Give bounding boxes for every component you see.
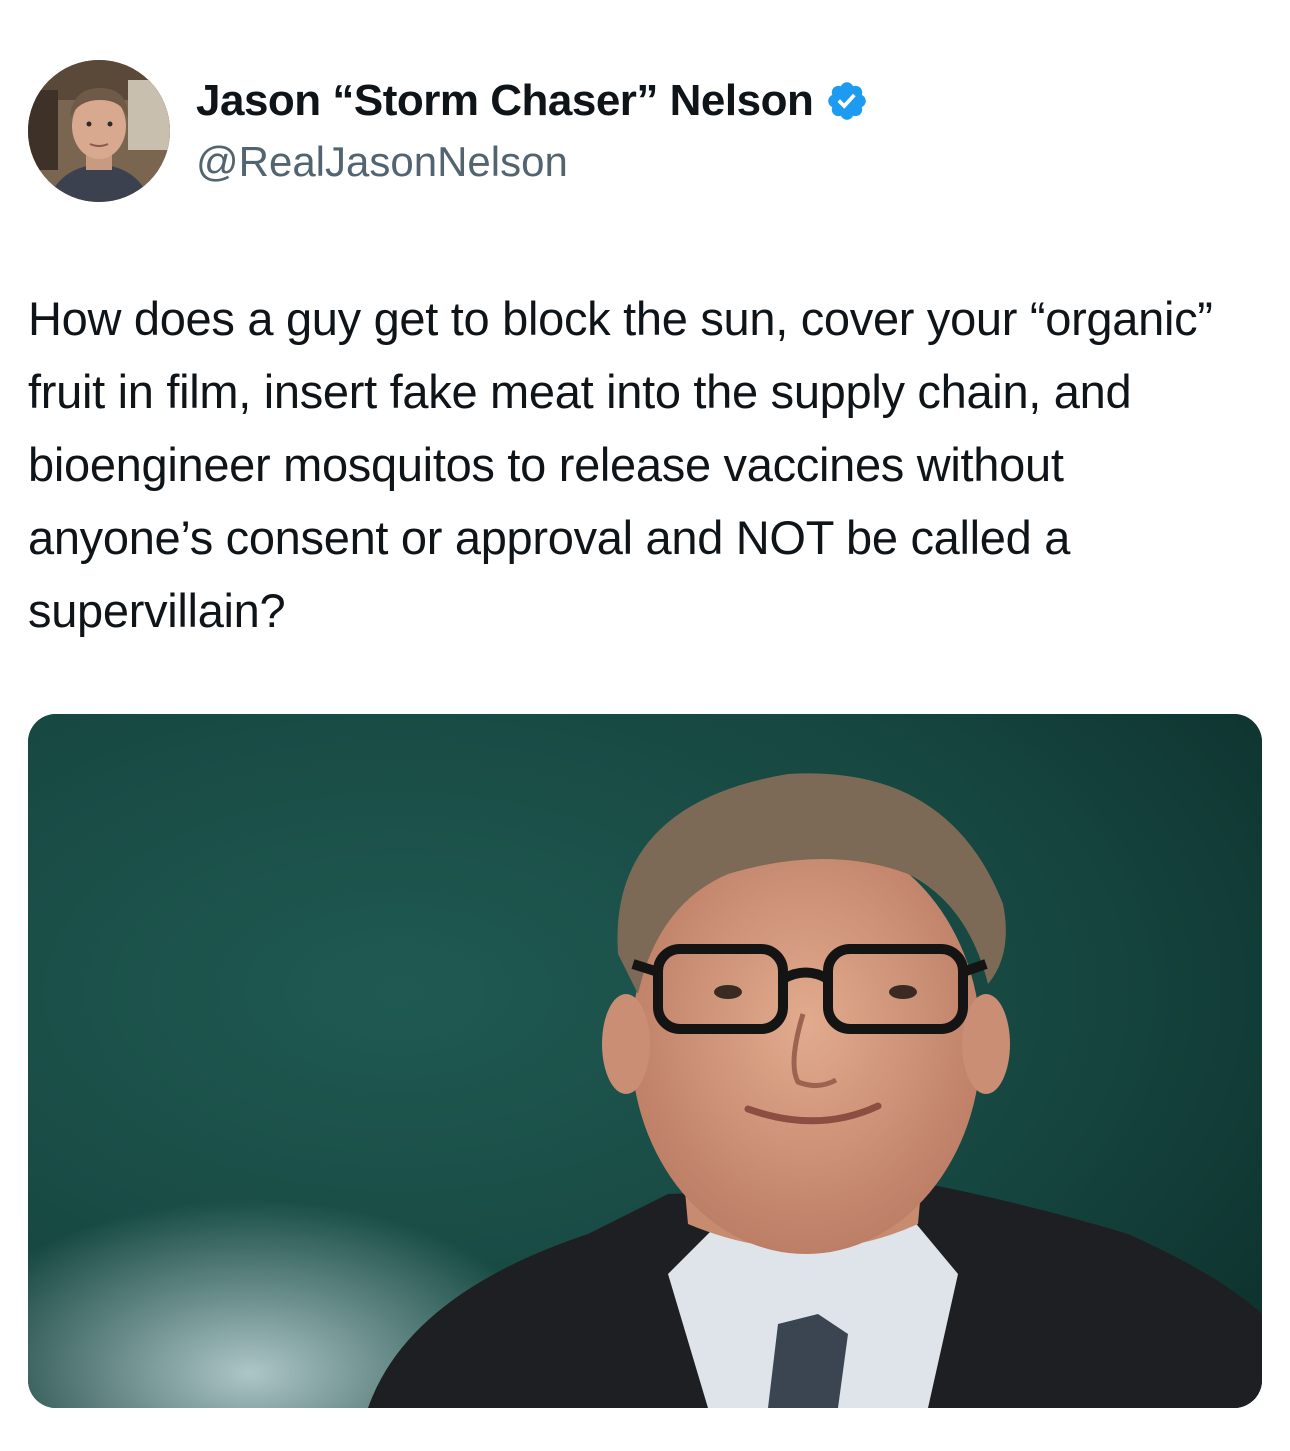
author-avatar[interactable]	[28, 60, 170, 202]
tweet-photo[interactable]	[28, 714, 1262, 1408]
verified-badge-icon	[825, 79, 869, 123]
photo-image	[28, 714, 1262, 1408]
author-display-name[interactable]: Jason “Storm Chaser” Nelson	[196, 76, 869, 126]
tweet-text: How does a guy get to block the sun, cov…	[28, 292, 1213, 637]
tweet: Jason “Storm Chaser” Nelson @RealJasonNe…	[0, 0, 1290, 1451]
avatar-photo	[28, 60, 170, 202]
author-display-name-text[interactable]: Jason “Storm Chaser” Nelson	[196, 76, 814, 126]
author-handle[interactable]: @RealJasonNelson	[196, 138, 568, 186]
